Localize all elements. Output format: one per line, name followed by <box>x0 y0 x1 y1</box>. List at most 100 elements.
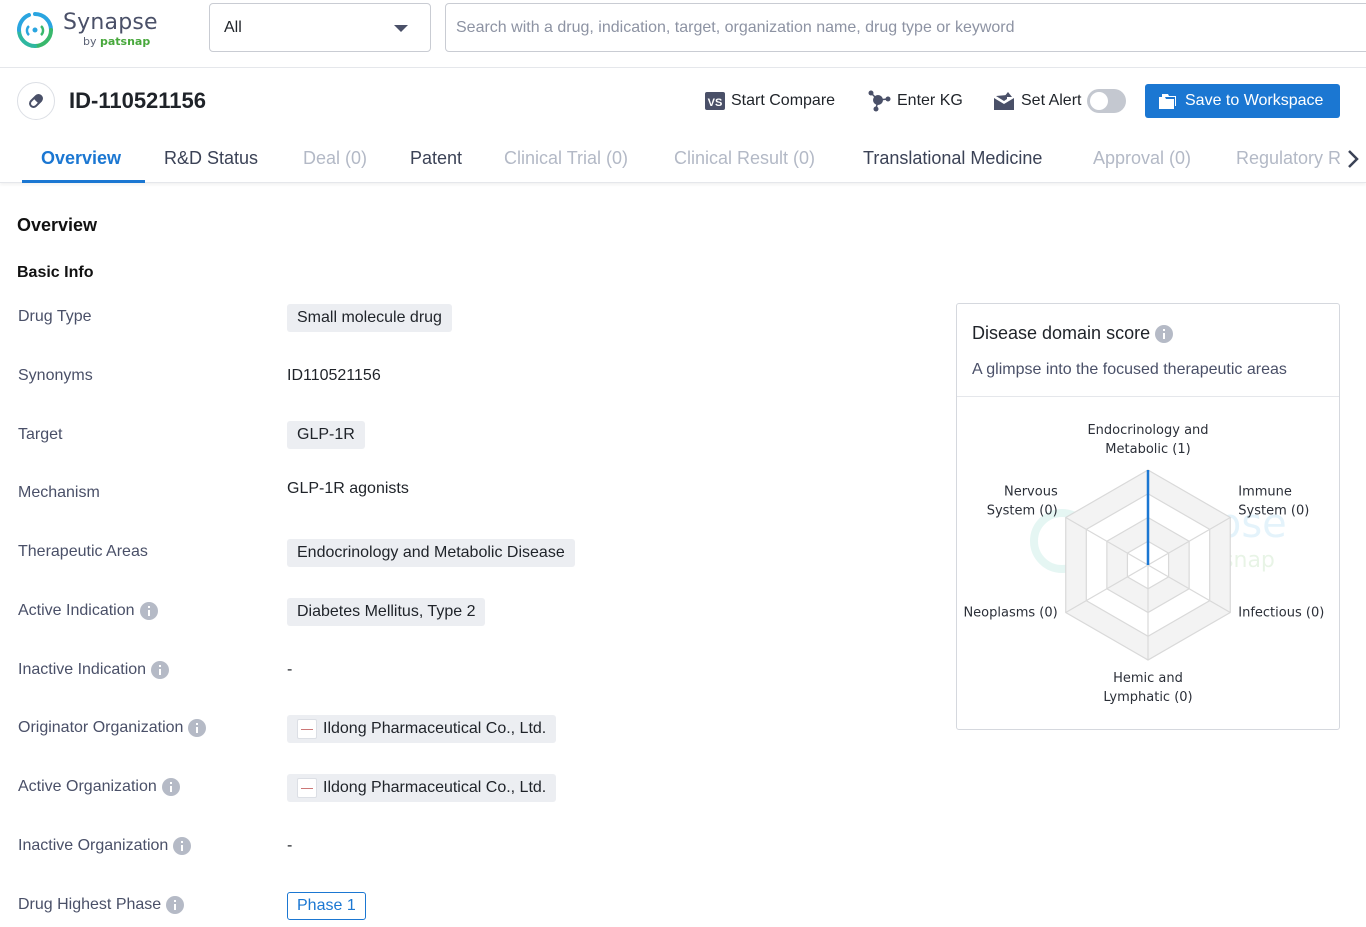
start-compare-label: Start Compare <box>731 92 836 109</box>
label-text: Mechanism <box>18 484 100 501</box>
info-icon[interactable] <box>173 837 192 855</box>
tab-overview[interactable]: Overview <box>41 148 121 169</box>
field-label-originator-organization: Originator Organization <box>18 719 207 737</box>
radar-axis-label-line: System (0) <box>987 504 1058 519</box>
svg-text:VS: VS <box>708 97 723 109</box>
radar-axis-label: Hemic and Lymphatic (0) <box>1103 671 1192 705</box>
target-chip[interactable]: GLP-1R <box>287 421 365 449</box>
save-to-workspace-label: Save to Workspace <box>1185 92 1324 109</box>
radar-axis-label-line: Immune <box>1238 485 1292 500</box>
organization-name: Ildong Pharmaceutical Co., Ltd. <box>323 779 547 796</box>
logo-byline: by patsnap <box>83 35 150 48</box>
info-icon[interactable] <box>139 602 158 620</box>
disease-domain-radar-chart: Synapse by patsnap Endocrinology andMeta… <box>963 423 1324 705</box>
field-label-synonyms: Synonyms <box>18 367 93 385</box>
field-label-target: Target <box>18 426 62 444</box>
folder-icon <box>1159 94 1176 109</box>
field-label-inactive-indication: Inactive Indication <box>18 661 170 679</box>
pill-icon <box>29 94 43 108</box>
radar-axis-label-line: System (0) <box>1238 504 1309 519</box>
radar-axis-label-line: Metabolic (1) <box>1105 442 1190 457</box>
label-text: Active Organization <box>18 778 157 795</box>
radar-axis-label: Neoplasms (0) <box>963 606 1057 621</box>
inactive-organization-value: - <box>287 837 293 854</box>
field-label-active-indication: Active Indication <box>18 602 158 620</box>
tab-bar: Overview R&D Status Deal (0) Patent Clin… <box>0 136 1366 183</box>
synonyms-value: ID110521156 <box>287 367 381 384</box>
set-alert-toggle[interactable] <box>1087 89 1126 113</box>
organization-logo-icon <box>297 778 317 798</box>
radar-axis-label-line: Neoplasms (0) <box>963 606 1057 621</box>
radar-axis-label: Nervous System (0) <box>987 485 1058 519</box>
label-text: Originator Organization <box>18 719 184 736</box>
info-icon[interactable] <box>166 896 185 914</box>
active-organization-chip[interactable]: Ildong Pharmaceutical Co., Ltd. <box>287 774 557 802</box>
mechanism-value: GLP-1R agonists <box>287 480 409 497</box>
tab-approval[interactable]: Approval (0) <box>1093 148 1191 169</box>
label-text: Inactive Organization <box>18 837 169 854</box>
radar-axis-label-line: Lymphatic (0) <box>1103 690 1192 705</box>
disease-domain-title: Disease domain score <box>972 323 1174 344</box>
search-input[interactable] <box>445 3 1366 52</box>
radar-axis-label-line: Endocrinology and <box>1087 423 1208 438</box>
originator-organization-chip[interactable]: Ildong Pharmaceutical Co., Ltd. <box>287 715 557 743</box>
tab-clinical-result[interactable]: Clinical Result (0) <box>674 148 815 169</box>
search-scope-value: All <box>224 19 242 36</box>
disease-domain-card: Disease domain score A glimpse into the … <box>956 303 1340 730</box>
therapeutic-area-chip[interactable]: Endocrinology and Metabolic Disease <box>287 539 575 567</box>
label-text: Inactive Indication <box>18 661 147 678</box>
inactive-indication-value: - <box>287 661 293 678</box>
drug-pill-icon <box>17 82 55 120</box>
logo-text: Synapse <box>63 10 158 35</box>
top-bar: Synapse by patsnap All <box>0 0 1366 68</box>
tab-patent[interactable]: Patent <box>410 148 462 169</box>
label-text: Target <box>18 426 63 443</box>
compare-icon: VS <box>705 92 725 110</box>
tab-rd-status[interactable]: R&D Status <box>164 148 258 169</box>
field-label-highest-phase: Drug Highest Phase <box>18 896 185 914</box>
active-indication-chip[interactable]: Diabetes Mellitus, Type 2 <box>287 598 486 626</box>
tab-clinical-trial[interactable]: Clinical Trial (0) <box>504 148 628 169</box>
label-text: Active Indication <box>18 602 135 619</box>
info-icon[interactable] <box>161 778 180 796</box>
drug-type-chip[interactable]: Small molecule drug <box>287 304 452 332</box>
start-compare-button[interactable]: VS Start Compare <box>705 90 835 112</box>
knowledge-graph-icon <box>868 90 891 112</box>
field-label-therapeutic-areas: Therapeutic Areas <box>18 543 148 561</box>
tabs-scroll-right-icon[interactable] <box>1343 148 1363 170</box>
radar-axis-label-line: Infectious (0) <box>1238 606 1324 621</box>
info-icon[interactable] <box>1155 324 1174 343</box>
organization-logo-icon <box>297 719 317 739</box>
label-text: Drug Type <box>18 308 92 325</box>
save-to-workspace-button[interactable]: Save to Workspace <box>1145 84 1340 118</box>
synapse-logo[interactable]: Synapse by patsnap <box>16 8 196 52</box>
info-icon[interactable] <box>151 661 170 679</box>
tab-regulatory[interactable]: Regulatory R <box>1236 148 1341 169</box>
card-title-text: Disease domain score <box>972 323 1151 343</box>
drug-id-title: ID-110521156 <box>69 88 207 113</box>
radar-axis-label-line: Hemic and <box>1113 671 1183 686</box>
enter-kg-button[interactable]: Enter KG <box>867 90 963 112</box>
info-icon[interactable] <box>188 719 207 737</box>
highest-phase-badge[interactable]: Phase 1 <box>287 892 366 920</box>
tab-translational-medicine[interactable]: Translational Medicine <box>863 148 1042 169</box>
disease-domain-subtitle: A glimpse into the focused therapeutic a… <box>972 361 1287 378</box>
enter-kg-label: Enter KG <box>897 92 963 109</box>
label-text: Synonyms <box>18 367 93 384</box>
tab-deal[interactable]: Deal (0) <box>303 148 367 169</box>
field-label-mechanism: Mechanism <box>18 484 100 502</box>
caret-down-icon <box>394 25 408 32</box>
active-tab-indicator <box>22 180 145 183</box>
alert-mail-icon <box>994 91 1014 110</box>
radar-axis-label: Endocrinology and Metabolic (1) <box>1087 423 1208 457</box>
organization-name: Ildong Pharmaceutical Co., Ltd. <box>323 720 547 737</box>
set-alert-button[interactable]: Set Alert <box>994 90 1081 112</box>
radar-axis-label: Infectious (0) <box>1238 606 1324 621</box>
section-title-basic-info: Basic Info <box>17 264 94 281</box>
field-label-active-organization: Active Organization <box>18 778 180 796</box>
search-scope-select[interactable]: All <box>209 3 431 52</box>
field-label-drug-type: Drug Type <box>18 308 92 326</box>
label-text: Therapeutic Areas <box>18 543 148 560</box>
logo-brand: patsnap <box>100 35 151 48</box>
logo-by-prefix: by <box>83 35 97 48</box>
